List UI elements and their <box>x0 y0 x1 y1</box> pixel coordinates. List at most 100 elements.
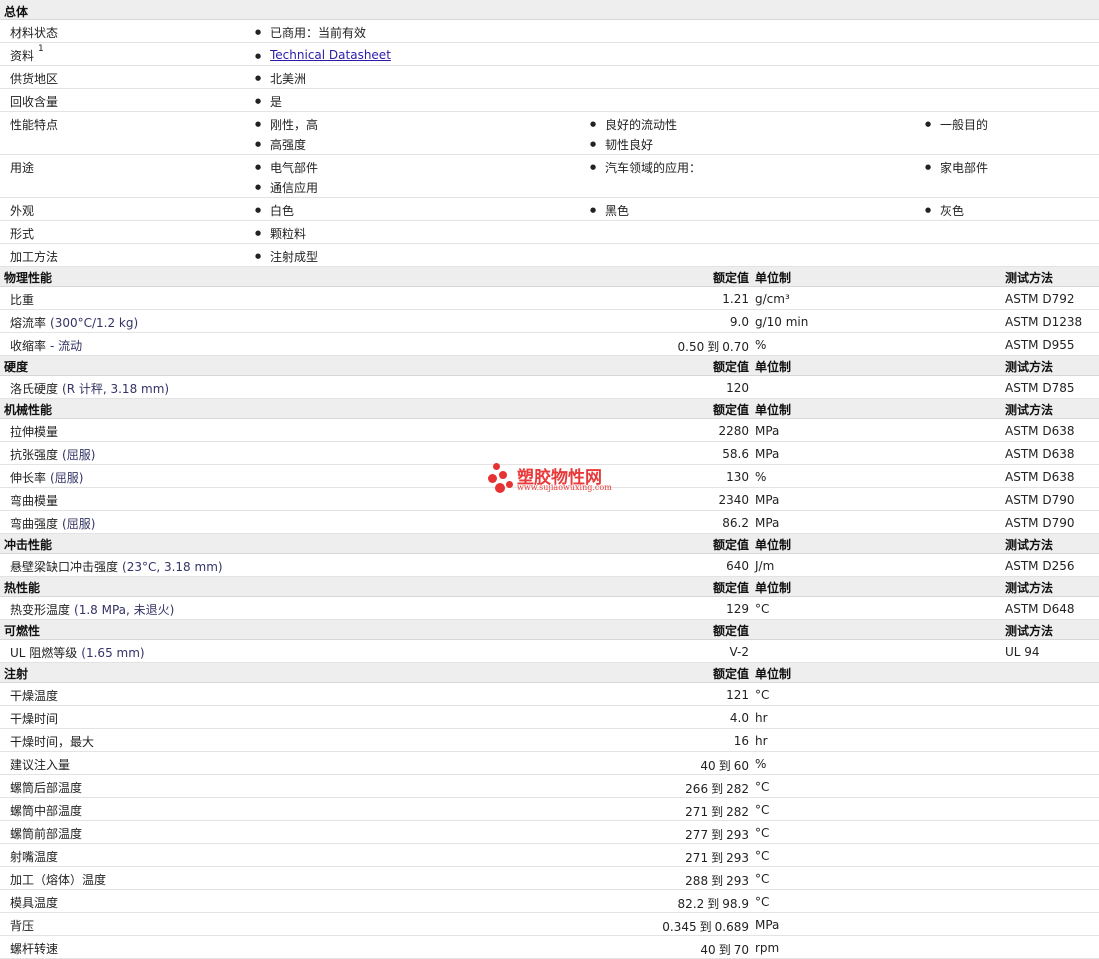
property-condition: - 流动 <box>50 339 83 353</box>
unit: % <box>755 757 767 771</box>
technical-datasheet-link[interactable]: Technical Datasheet <box>270 48 391 62</box>
column-unit: 单位制 <box>755 581 792 595</box>
property-label: 螺筒前部温度 <box>10 825 82 842</box>
nominal-value: 271 到 293 <box>685 849 749 866</box>
range-separator: 到 <box>711 782 724 796</box>
property-row: 加工（熔体）温度 288 到 293 °C <box>0 867 1099 890</box>
value-max: 0.689 <box>714 920 749 934</box>
general-row: 材料状态 已商用：当前有效 <box>0 20 1099 43</box>
property-row: 熔流率 (300°C/1.2 kg) 9.0 g/10 min ASTM D1238 <box>0 310 1099 333</box>
bullet-item: 刚性，高 <box>255 116 318 133</box>
test-method: ASTM D790 <box>1005 493 1075 507</box>
unit: MPa <box>755 424 780 438</box>
property-row: 螺筒后部温度 266 到 282 °C <box>0 775 1099 798</box>
value-min: 121 <box>726 688 749 702</box>
property-name: 收缩率 <box>10 339 47 353</box>
nominal-value: 9.0 <box>730 315 749 329</box>
column-nominal: 额定值 <box>712 667 749 681</box>
value-max: 293 <box>726 828 749 842</box>
value-min: 2280 <box>718 424 749 438</box>
unit: °C <box>755 826 770 840</box>
range-separator: 到 <box>711 851 724 865</box>
column-unit: 单位制 <box>755 360 792 374</box>
unit: MPa <box>755 516 780 530</box>
range-separator: 到 <box>699 920 712 934</box>
unit: hr <box>755 711 768 725</box>
property-row: 洛氏硬度 (R 计秤, 3.18 mm) 120 ASTM D785 <box>0 376 1099 399</box>
link-item[interactable]: Technical Datasheet <box>255 48 391 62</box>
value-min: 16 <box>733 734 749 748</box>
general-row: 性能特点 刚性，高 良好的流动性 一般目的高强度 韧性良好 <box>0 112 1099 155</box>
row-label: 材料状态 <box>10 26 59 40</box>
nominal-value: 58.6 <box>722 447 749 461</box>
property-label: 螺筒中部温度 <box>10 802 82 819</box>
property-label: 干燥时间 <box>10 710 58 727</box>
property-label: 干燥温度 <box>10 687 58 704</box>
unit: °C <box>755 895 770 909</box>
bullet-item: 白色 <box>255 202 294 219</box>
nominal-value: 0.50 到 0.70 <box>678 338 749 355</box>
unit: g/10 min <box>755 315 809 329</box>
row-label: 用途 <box>10 161 35 175</box>
property-label: 热变形温度 (1.8 MPa, 未退火) <box>10 601 174 618</box>
property-name: 伸长率 <box>10 471 47 485</box>
property-label: 弯曲强度 (屈服) <box>10 515 95 532</box>
property-name: 螺杆转速 <box>10 942 59 956</box>
test-method: ASTM D790 <box>1005 516 1075 530</box>
unit: °C <box>755 872 770 886</box>
unit: °C <box>755 688 770 702</box>
value-min: 82.2 <box>677 897 705 911</box>
section-title: 热性能 <box>4 581 41 595</box>
property-row: 射嘴温度 271 到 293 °C <box>0 844 1099 867</box>
property-condition: (屈服) <box>62 448 96 462</box>
section-title: 可燃性 <box>4 624 41 638</box>
nominal-value: 266 到 282 <box>685 780 749 797</box>
property-row: 热变形温度 (1.8 MPa, 未退火) 129 °C ASTM D648 <box>0 597 1099 620</box>
bullet-item: 颗粒料 <box>255 225 306 242</box>
property-name: 螺筒中部温度 <box>10 804 83 818</box>
value-min: 120 <box>726 381 749 395</box>
value-min: 2340 <box>718 493 749 507</box>
column-method: 测试方法 <box>1005 538 1054 552</box>
bullet-item: 已商用：当前有效 <box>255 24 366 41</box>
nominal-value: V-2 <box>730 645 749 659</box>
nominal-value: 130 <box>726 470 749 484</box>
value-max: 70 <box>733 943 749 957</box>
bullet-item: 汽车领域的应用： <box>590 159 701 176</box>
row-label: 回收含量 <box>10 95 59 109</box>
column-nominal: 额定值 <box>712 271 749 285</box>
section-header: 可燃性 额定值 测试方法 <box>0 620 1099 640</box>
general-row: 外观 白色 黑色 灰色 <box>0 198 1099 221</box>
unit: °C <box>755 602 770 616</box>
section-header: 物理性能 额定值 单位制 测试方法 <box>0 267 1099 287</box>
property-label: 比重 <box>10 291 34 308</box>
section-title: 机械性能 <box>4 403 53 417</box>
range-separator: 到 <box>711 828 724 842</box>
value-max: 282 <box>726 782 749 796</box>
test-method: ASTM D955 <box>1005 338 1075 352</box>
property-name: 拉伸模量 <box>10 425 59 439</box>
test-method: ASTM D1238 <box>1005 315 1083 329</box>
test-method: ASTM D785 <box>1005 381 1075 395</box>
nominal-value: 277 到 293 <box>685 826 749 843</box>
bullet-item: 灰色 <box>925 202 964 219</box>
value-min: 40 <box>700 943 716 957</box>
property-row: UL 阻燃等级 (1.65 mm) V-2 UL 94 <box>0 640 1099 663</box>
value-min: 271 <box>685 805 709 819</box>
property-name: 射嘴温度 <box>10 850 59 864</box>
property-row: 比重 1.21 g/cm³ ASTM D792 <box>0 287 1099 310</box>
unit: °C <box>755 780 770 794</box>
unit: rpm <box>755 941 780 955</box>
column-method: 测试方法 <box>1005 271 1054 285</box>
test-method: ASTM D638 <box>1005 470 1075 484</box>
nominal-value: 2280 <box>718 424 749 438</box>
general-row: 用途 电气部件 汽车领域的应用： 家电部件通信应用 <box>0 155 1099 198</box>
unit: g/cm³ <box>755 292 790 306</box>
watermark-url: www.sujiaowuxing.com <box>517 483 612 492</box>
value-min: 640 <box>726 559 749 573</box>
property-condition: (1.65 mm) <box>81 646 145 660</box>
bullet-item: 韧性良好 <box>590 136 653 153</box>
bullet-item: 是 <box>255 93 282 110</box>
property-label: 干燥时间，最大 <box>10 733 94 750</box>
test-method: ASTM D648 <box>1005 602 1075 616</box>
